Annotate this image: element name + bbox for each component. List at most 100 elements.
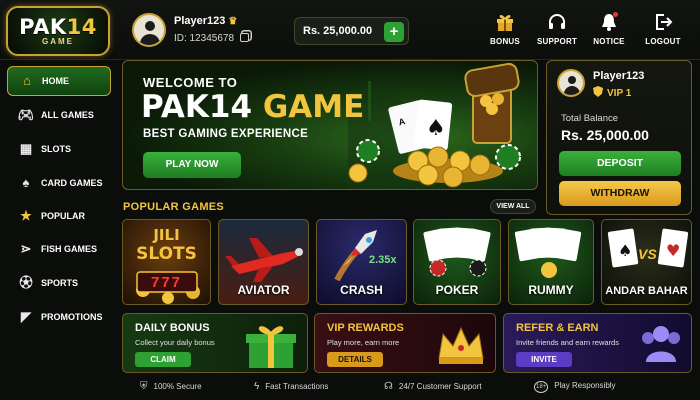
promo-refer-earn: REFER & EARN Invite friends and earn rew… [503,313,692,373]
sidebar-item-card-games[interactable]: ♠ CARD GAMES [7,168,111,198]
game-card-jili-slots[interactable]: JILI SLOTS 777 [122,219,211,305]
view-all-button[interactable]: VIEW ALL [490,199,536,214]
game-card-poker[interactable]: POKER [413,219,501,305]
vip-shield-icon [593,86,603,97]
logout-icon [638,12,688,34]
promo-subtitle: Play more, earn more [327,338,400,347]
promo-title: DAILY BONUS [135,322,210,334]
deposit-button[interactable]: DEPOSIT [559,151,681,176]
sidebar-nav: ⌂ HOME 🎮︎ ALL GAMES ▦ SLOTS ♠ CARD GAMES ★ PO… [7,66,111,334]
fish-icon: ⋗ [20,241,32,256]
avatar[interactable] [557,69,585,97]
game-label-andar-bahar: ANDAR BAHAR [605,285,688,297]
gift-icon [246,326,296,368]
game-card-rummy[interactable]: RUMMY [508,219,594,305]
cards-icon: ♠ [22,175,30,190]
game-label-crash: CRASH [340,283,383,297]
hero-art: ♠ A [348,62,521,189]
sidebar-item-home[interactable]: ⌂ HOME [7,66,111,96]
support-button[interactable]: SUPPORT [532,12,582,52]
hero-tagline: BEST GAMING EXPERIENCE [143,128,309,140]
username: Player123 [174,15,226,27]
home-icon: ⌂ [23,73,31,88]
shield-icon: ⛨ [140,381,148,392]
game-label-aviator: AVIATOR [237,283,290,297]
notification-dot [613,12,618,17]
star-icon: ★ [20,208,32,223]
headset-icon [532,12,582,34]
slots-art-text: SLOTS [136,244,197,264]
logout-label: LOGOUT [645,37,681,46]
logout-button[interactable]: LOGOUT [638,12,688,52]
account-panel: Player123 VIP 1 Total Balance Rs. 25,000… [546,60,692,215]
vip-level: VIP 1 [607,88,632,99]
footer-item-responsible: 18+ Play Responsibly [534,381,616,393]
hero-welcome: WELCOME TO [143,75,238,90]
copy-icon[interactable] [240,33,250,42]
add-funds-button[interactable]: + [384,22,404,42]
total-balance-amount: Rs. 25,000.00 [561,127,649,143]
promo-vip-rewards: VIP REWARDS Play more, earn more DETAILS [314,313,496,373]
sidebar-item-fish-games[interactable]: ⋗ FISH GAMES [7,234,111,264]
header-balance: Rs. 25,000.00 + [294,17,409,45]
withdraw-button[interactable]: WITHDRAW [559,181,681,206]
gamepad-icon: 🎮︎ [17,107,35,122]
jili-logo-text: JILI [153,226,180,244]
claim-button[interactable]: CLAIM [135,352,191,367]
vs-badge: VS [638,246,657,262]
invite-button[interactable]: INVITE [516,352,572,367]
notice-button[interactable]: NOTICE [584,12,634,52]
game-card-andar-bahar[interactable]: ♠ ♥ VS ANDAR BAHAR [601,219,692,305]
bonus-button[interactable]: BONUS [480,12,530,52]
soccer-ball-icon: ⚽︎ [19,275,33,290]
megaphone-icon: ◤ [21,309,31,324]
hero-title: PAK14 GAME [141,89,365,125]
crash-multiplier: 2.35x [369,254,397,266]
user-id: ID: 12345678 [174,33,235,44]
sidebar-item-all-games[interactable]: 🎮︎ ALL GAMES [7,100,111,130]
sidebar-item-promotions[interactable]: ◤ PROMOTIONS [7,302,111,332]
brand-logo[interactable]: PAK14 GAME [6,6,110,56]
svg-text:♠: ♠ [618,241,632,260]
logo-subtext: GAME [42,37,74,46]
notice-label: NOTICE [593,37,625,46]
sidebar-item-popular[interactable]: ★ POPULAR [7,201,111,231]
age-18-icon: 18+ [534,381,549,393]
details-button[interactable]: DETAILS [327,352,383,367]
avatar[interactable] [132,13,166,47]
popular-games-title: POPULAR GAMES [123,201,225,213]
game-card-aviator[interactable]: AVIATOR [218,219,309,305]
sidebar-item-sports[interactable]: ⚽︎ SPORTS [7,268,111,298]
headset-icon: ☊ [384,381,393,392]
footer-item-support: ☊ 24/7 Customer Support [384,381,482,392]
sidebar-item-slots[interactable]: ▦ SLOTS [7,134,111,164]
promo-subtitle: Invite friends and earn rewards [516,338,619,347]
svg-text:♥: ♥ [666,241,680,260]
users-group-icon [642,326,680,362]
promo-daily-bonus: DAILY BONUS Collect your daily bonus CLA… [122,313,308,373]
bell-icon [584,12,634,34]
hero-banner: ♠ A WELCOME TO PAK14 GAME BEST GAMING EX… [122,60,538,190]
footer-item-secure: ⛨ 100% Secure [140,381,202,392]
bonus-label: BONUS [490,37,520,46]
game-label-poker: POKER [435,283,479,297]
top-header: PAK14 GAME Player123 ♛ ID: 12345678 Rs. 2… [0,0,700,60]
crown-icon: ♛ [228,16,238,27]
promo-subtitle: Collect your daily bonus [135,338,215,347]
footer-item-fast: ϟ Fast Transactions [254,381,329,392]
slot-reels-777: 777 [150,274,183,291]
header-balance-amount: Rs. 25,000.00 [303,25,373,37]
slot-machine-icon: ▦ [19,141,33,156]
logo-text-b: 14 [66,15,97,39]
user-info: Player123 ♛ ID: 12345678 [132,13,282,49]
panel-username: Player123 [593,70,645,82]
promo-title: VIP REWARDS [327,322,404,334]
footer-bar: ⛨ 100% Secure ϟ Fast Transactions ☊ 24/7 Cu… [122,377,692,397]
total-balance-label: Total Balance [561,113,619,124]
play-now-button[interactable]: PLAY NOW [143,152,241,178]
lightning-icon: ϟ [254,381,260,392]
game-label-rummy: RUMMY [528,283,574,297]
game-card-crash[interactable]: 2.35x CRASH [316,219,407,305]
svg-text:♠: ♠ [426,116,446,141]
logo-text-a: PAK [19,15,67,39]
